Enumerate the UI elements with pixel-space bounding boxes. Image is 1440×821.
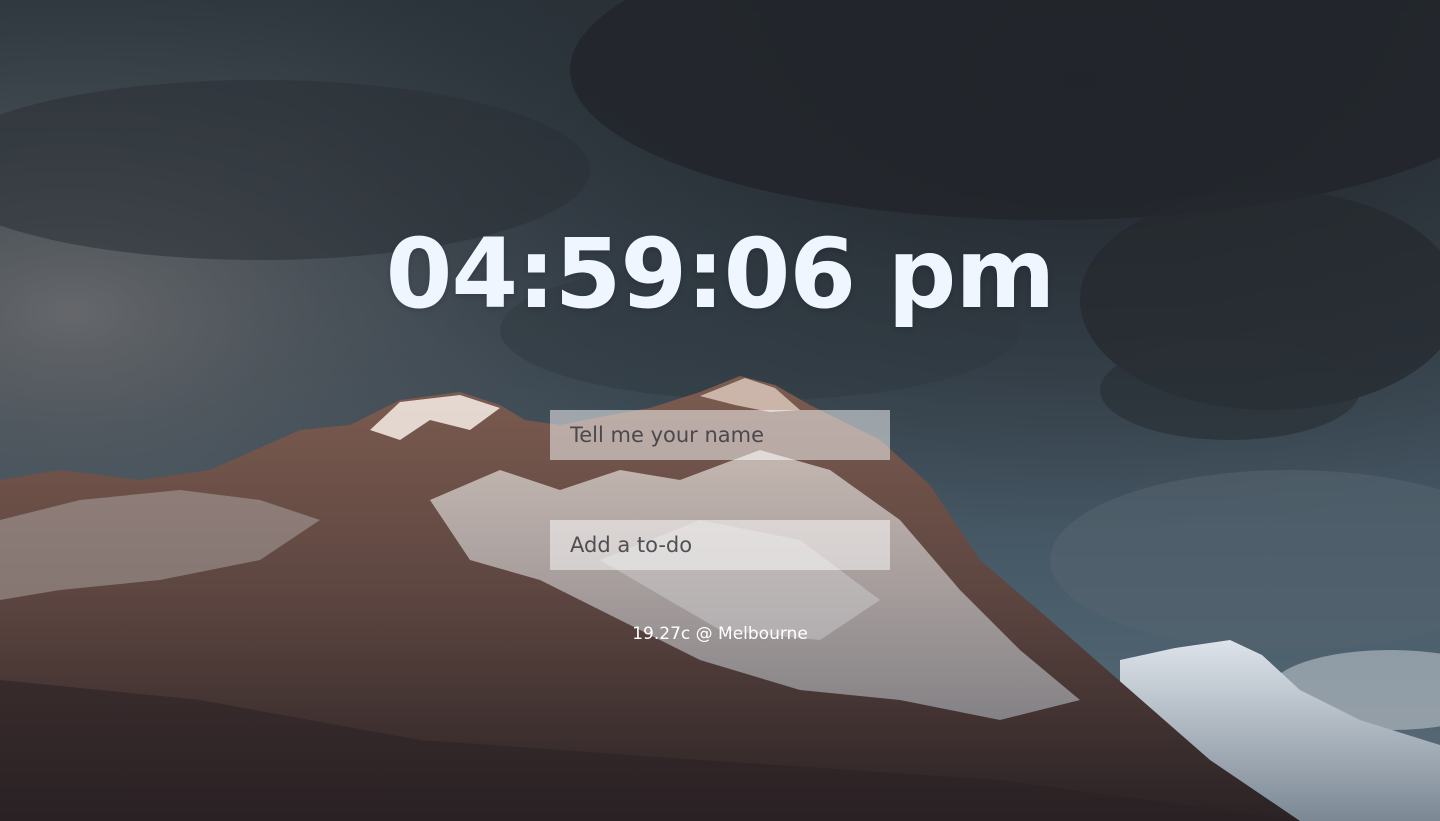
name-input[interactable] <box>550 410 890 460</box>
weather-readout: 19.27c @ Melbourne <box>632 624 808 644</box>
todo-input[interactable] <box>550 520 890 570</box>
clock-display: 04:59:06 pm <box>385 218 1056 330</box>
